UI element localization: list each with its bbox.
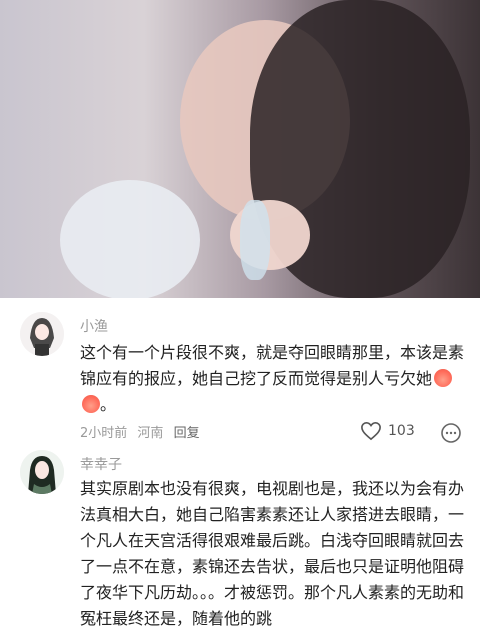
like-button[interactable]: 103: [360, 421, 415, 441]
more-options-button[interactable]: [440, 422, 462, 448]
comment-text: 这个有一个片段很不爽，就是夺回眼睛那里，本该是素锦应有的报应，她自己挖了反而觉得…: [80, 340, 464, 418]
comment-item: 幸幸子 其实原剧本也没有很爽，电视剧也是，我还以为会有办法真相大白，她自己陷害素…: [0, 450, 480, 640]
comment-location: 河南: [137, 426, 164, 441]
comment-item: 小渔 这个有一个片段很不爽，就是夺回眼睛那里，本该是素锦应有的报应，她自己挖了反…: [0, 298, 480, 450]
avatar-illustration: [20, 450, 64, 494]
avatar[interactable]: [20, 450, 64, 494]
more-options-icon: [441, 423, 461, 443]
heart-outline-icon: [361, 421, 381, 441]
reply-button[interactable]: 回复: [174, 426, 200, 441]
comment-text-end: 。: [100, 395, 117, 414]
avatar[interactable]: [20, 312, 64, 356]
video-still-image[interactable]: [0, 0, 480, 298]
comment-username[interactable]: 小渔: [80, 316, 108, 336]
comment-text: 其实原剧本也没有很爽，电视剧也是，我还以为会有办法真相大白，她自己陷害素素还让人…: [80, 479, 464, 628]
comment-username[interactable]: 幸幸子: [80, 454, 122, 474]
comment-time: 2小时前: [80, 426, 128, 441]
avatar-illustration: [20, 312, 64, 356]
like-count: 103: [388, 423, 415, 439]
comment-meta: 2小时前 河南 回复: [80, 422, 206, 441]
peach-emoji-icon: [82, 395, 100, 413]
peach-emoji-icon: [434, 369, 453, 387]
comment-text-content: 这个有一个片段很不爽，就是夺回眼睛那里，本该是素锦应有的报应，她自己挖了反而觉得…: [80, 343, 465, 388]
